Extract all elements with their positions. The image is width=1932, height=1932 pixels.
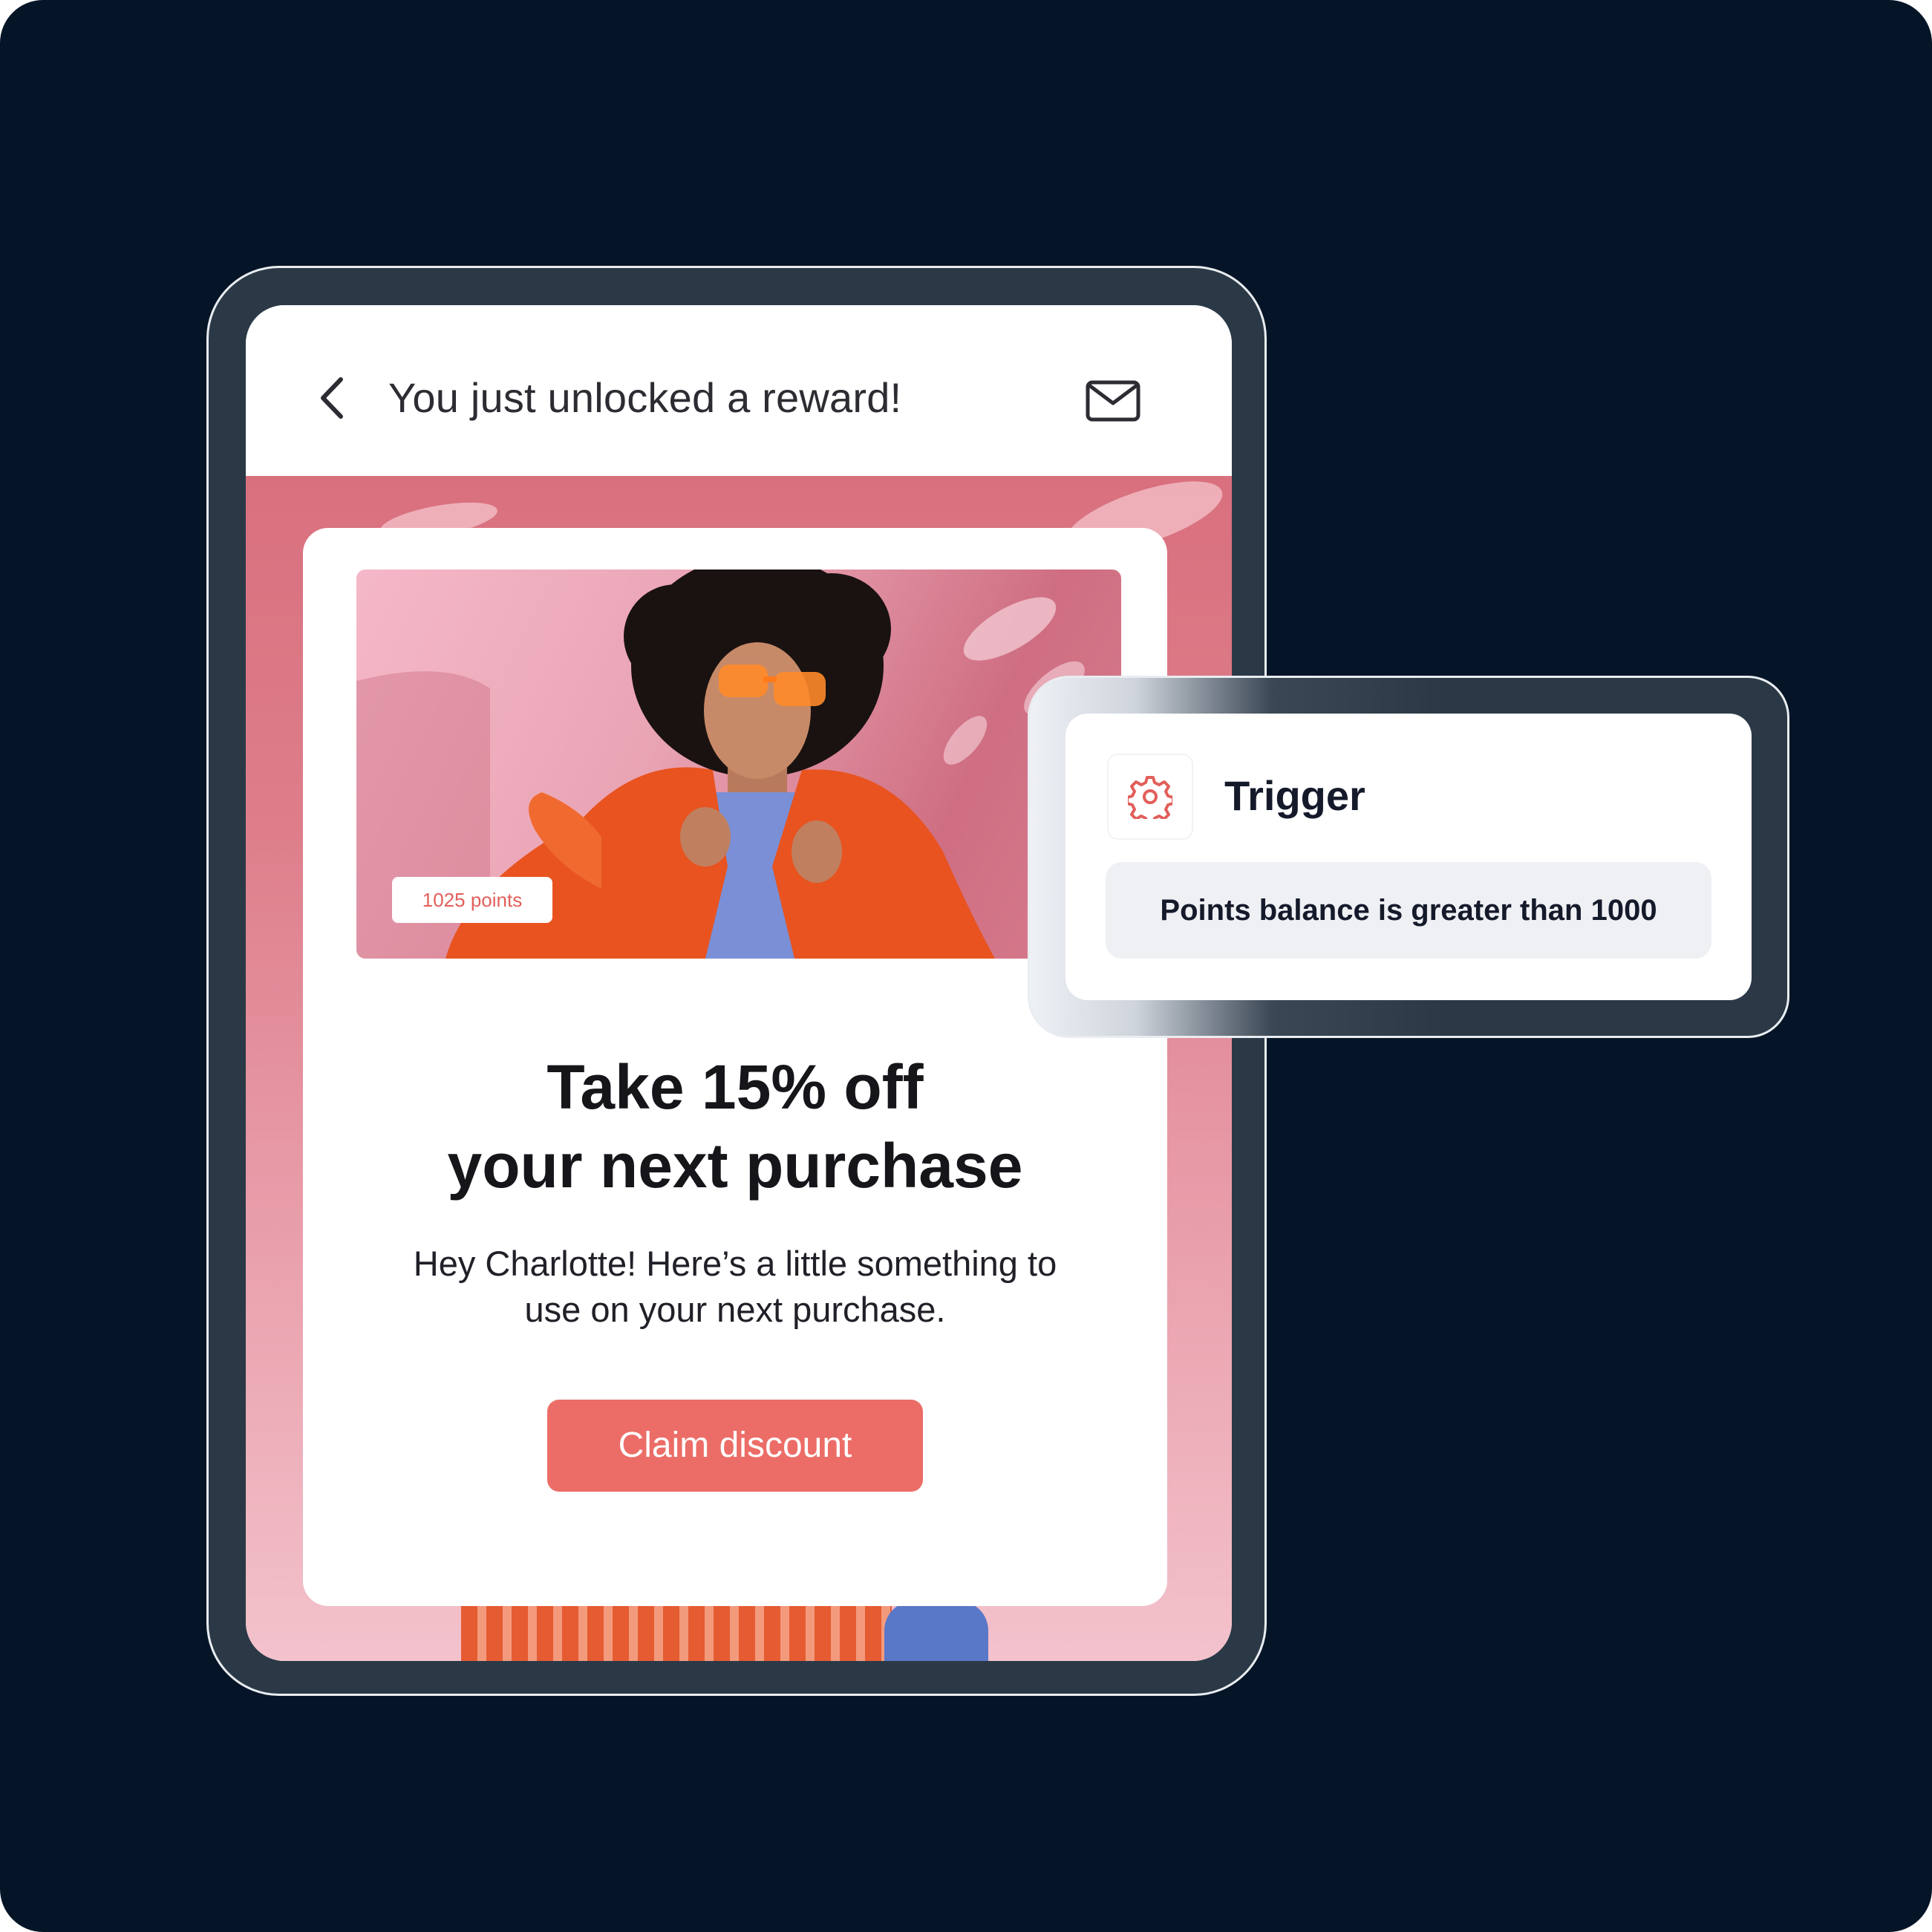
mail-icon[interactable] bbox=[1085, 379, 1141, 422]
backdrop-jacket-pattern bbox=[461, 1605, 892, 1661]
headline-line-2: your next purchase bbox=[447, 1131, 1023, 1201]
trigger-card[interactable]: Trigger Points balance is greater than 1… bbox=[1065, 714, 1752, 1000]
chevron-left-icon[interactable] bbox=[314, 372, 351, 424]
trigger-title: Trigger bbox=[1224, 772, 1365, 819]
trigger-panel: Trigger Points balance is greater than 1… bbox=[1028, 676, 1789, 1038]
claim-discount-button[interactable]: Claim discount bbox=[547, 1400, 923, 1492]
trigger-icon-box bbox=[1109, 755, 1192, 838]
headline-line-1: Take 15% off bbox=[546, 1052, 924, 1122]
background-canvas: You just unlocked a reward! 1025 points … bbox=[0, 0, 1932, 1932]
model-photo: 1025 points bbox=[356, 570, 1121, 959]
body-line-2: use on your next purchase. bbox=[524, 1290, 946, 1329]
offer-headline: Take 15% off your next purchase bbox=[303, 1048, 1167, 1205]
body-line-1: Hey Charlotte! Here’s a little something… bbox=[413, 1244, 1057, 1283]
trigger-condition[interactable]: Points balance is greater than 1000 bbox=[1106, 862, 1711, 959]
offer-body: Hey Charlotte! Here’s a little something… bbox=[303, 1241, 1167, 1333]
app-header: You just unlocked a reward! bbox=[246, 305, 1232, 476]
points-badge: 1025 points bbox=[392, 877, 552, 923]
header-title: You just unlocked a reward! bbox=[388, 374, 902, 421]
gear-icon bbox=[1128, 776, 1172, 819]
backdrop-shirt bbox=[884, 1601, 988, 1661]
